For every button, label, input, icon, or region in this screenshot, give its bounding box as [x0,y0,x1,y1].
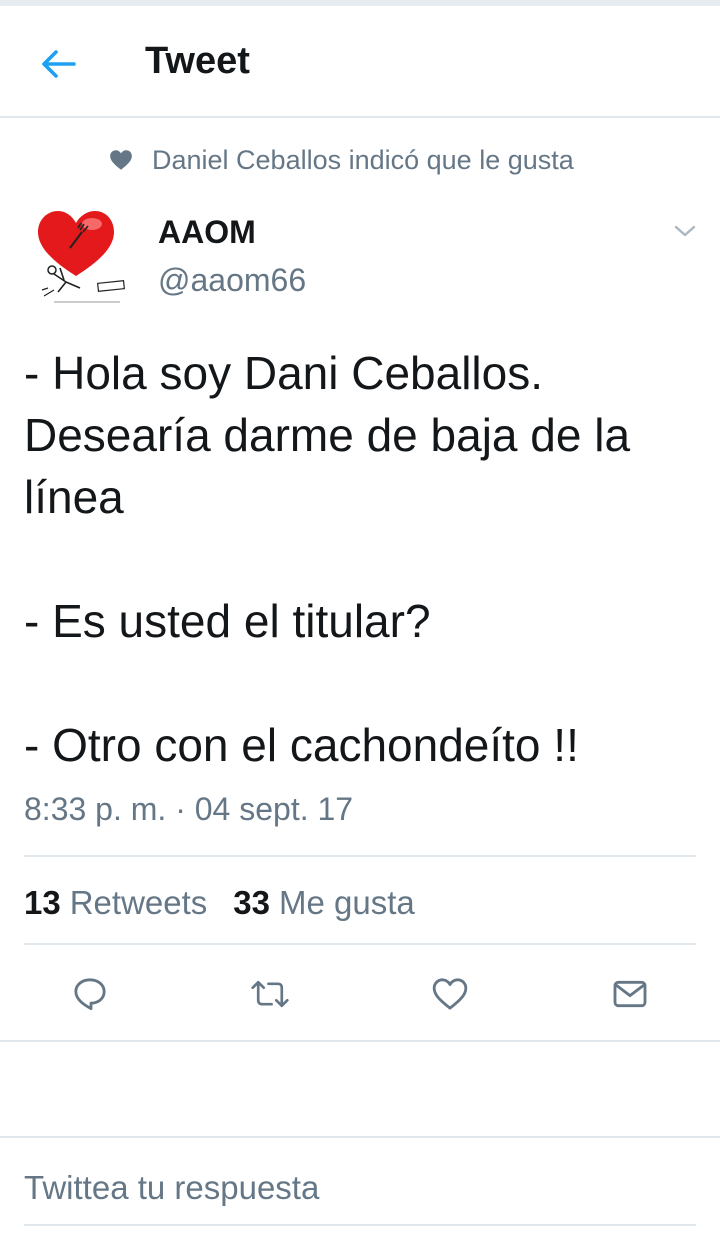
social-context[interactable]: Daniel Ceballos indicó que le gusta [108,138,574,182]
retweet-button[interactable] [244,968,296,1020]
social-context-text: Daniel Ceballos indicó que le gusta [152,144,574,175]
reply-input[interactable]: Twittea tu respuesta [24,1166,319,1210]
divider [24,943,696,945]
heart-cartoon-avatar [24,198,136,310]
likes-label: Me gusta [279,884,415,921]
likes-stat[interactable]: 33 Me gusta [233,884,414,922]
message-button[interactable] [604,968,656,1020]
tweet-stats: 13 Retweets 33 Me gusta [24,880,441,926]
tweet-text: - Hola soy Dani Ceballos. Desearía darme… [24,347,631,771]
like-icon [432,978,468,1010]
divider [0,1136,720,1138]
author-name[interactable]: AAOM [158,212,256,252]
divider [0,1040,720,1042]
retweets-label: Retweets [69,884,208,921]
divider [24,855,696,857]
arrow-left-icon [42,50,76,78]
tweet-timestamp: 8:33 p. m. · 04 sept. 17 [24,791,354,827]
chevron-down-icon [674,225,696,237]
avatar[interactable] [24,198,136,310]
tweet-menu-button[interactable] [668,214,702,248]
tweet-actions [0,968,720,1020]
reply-button[interactable] [64,968,116,1020]
retweets-stat[interactable]: 13 Retweets [24,884,207,922]
retweet-icon [251,980,289,1008]
like-button[interactable] [424,968,476,1020]
back-button[interactable] [30,36,86,92]
header-bar: Tweet [0,6,720,118]
likes-count: 33 [233,884,270,921]
retweets-count: 13 [24,884,61,921]
heart-filled-icon [110,150,132,170]
author-handle[interactable]: @aaom66 [158,260,306,300]
reply-input-underline [24,1224,696,1226]
page-title: Tweet [145,40,250,82]
reply-icon [74,978,106,1011]
message-icon [613,980,647,1008]
